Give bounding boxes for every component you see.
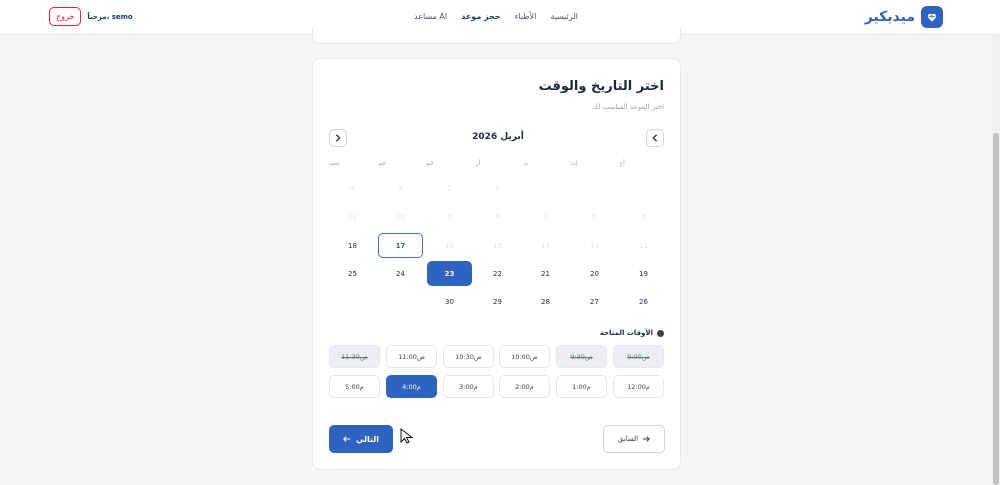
calendar-day[interactable]: 22 bbox=[475, 261, 520, 286]
calendar-day[interactable]: 27 bbox=[572, 289, 617, 314]
calendar-day[interactable]: 19 bbox=[621, 261, 666, 286]
next-month-button[interactable] bbox=[329, 129, 347, 147]
calendar-day[interactable]: 14 bbox=[523, 233, 568, 258]
chevron-left-icon bbox=[652, 134, 657, 142]
calendar-day[interactable]: 13 bbox=[572, 233, 617, 258]
logo-text: ميديكير bbox=[864, 9, 915, 25]
user-area: خروج مرحباً، semo bbox=[49, 7, 133, 26]
nav-booking[interactable]: حجز موعد bbox=[461, 12, 500, 21]
weekday-label: جم bbox=[378, 160, 386, 167]
calendar-day[interactable]: 21 bbox=[523, 261, 568, 286]
time-slot[interactable]: 11:30ص bbox=[329, 345, 380, 368]
time-slot[interactable]: 12:00م bbox=[613, 375, 664, 398]
page-title: اختر التاريخ والوقت bbox=[538, 79, 664, 94]
logout-button[interactable]: خروج bbox=[49, 7, 82, 26]
calendar-day[interactable]: 28 bbox=[523, 289, 568, 314]
next-button[interactable]: التالي bbox=[329, 425, 393, 453]
arrow-left-icon bbox=[342, 436, 351, 442]
page-subtitle: اختر الموعد المناسب لك bbox=[592, 103, 664, 111]
weekday-label: إث bbox=[570, 160, 578, 167]
time-slot[interactable]: 5:00م bbox=[329, 375, 380, 398]
weekday-label: سب bbox=[328, 160, 340, 167]
month-label: أبريل 2026 bbox=[472, 132, 524, 142]
calendar-day[interactable]: 18 bbox=[330, 233, 375, 258]
time-slot[interactable]: 3:00م bbox=[443, 375, 494, 398]
weekday-label: أر bbox=[475, 160, 481, 167]
next-button-label: التالي bbox=[355, 434, 380, 444]
time-slot[interactable]: 4:00م bbox=[386, 375, 437, 398]
available-times-label: الأوقات المتاحة bbox=[599, 329, 653, 337]
calendar-day[interactable]: 16 bbox=[427, 233, 472, 258]
calendar-day[interactable]: 20 bbox=[572, 261, 617, 286]
calendar-day[interactable]: 23 bbox=[427, 261, 472, 286]
calendar-day[interactable]: 26 bbox=[621, 289, 666, 314]
clock-icon bbox=[657, 329, 664, 337]
calendar-day[interactable]: 10 bbox=[378, 204, 423, 229]
greeting-text: مرحباً، semo bbox=[87, 12, 133, 21]
time-slot[interactable]: 1:00م bbox=[556, 375, 607, 398]
time-slot[interactable]: 9:30ص bbox=[556, 345, 607, 368]
heart-pulse-icon bbox=[921, 6, 943, 28]
arrow-right-icon bbox=[642, 436, 651, 442]
calendar-day[interactable]: 9 bbox=[427, 204, 472, 229]
weekday-label: أح bbox=[619, 160, 625, 167]
calendar-day[interactable]: 15 bbox=[475, 233, 520, 258]
time-slot[interactable]: 10:30ص bbox=[443, 345, 494, 368]
calendar-day[interactable]: 12 bbox=[621, 233, 666, 258]
calendar-day[interactable]: 5 bbox=[621, 204, 666, 229]
prev-month-button[interactable] bbox=[646, 129, 664, 147]
nav-ai-assistant[interactable]: مساعد AI bbox=[414, 12, 447, 21]
calendar-day[interactable]: 8 bbox=[475, 204, 520, 229]
time-slot[interactable]: 2:00م bbox=[499, 375, 550, 398]
calendar-day[interactable]: 6 bbox=[572, 204, 617, 229]
logo[interactable]: ميديكير bbox=[865, 6, 943, 28]
calendar-day[interactable]: 11 bbox=[330, 204, 375, 229]
time-slot[interactable]: 10:00ص bbox=[499, 345, 550, 368]
calendar-day[interactable]: 4 bbox=[330, 176, 375, 201]
nav-home[interactable]: الرئيسية bbox=[550, 12, 578, 21]
booking-card: اختر التاريخ والوقت اختر الموعد المناسب … bbox=[312, 58, 681, 470]
calendar-day[interactable]: 29 bbox=[475, 289, 520, 314]
calendar-day[interactable]: 2 bbox=[427, 176, 472, 201]
main-nav: الرئيسية الأطباء حجز موعد مساعد AI bbox=[414, 12, 578, 21]
calendar-day[interactable]: 3 bbox=[378, 176, 423, 201]
page-scrollbar-thumb[interactable] bbox=[993, 133, 999, 485]
mouse-cursor-icon bbox=[400, 427, 414, 448]
previous-button[interactable]: السابق bbox=[603, 425, 665, 453]
calendar-day[interactable]: 30 bbox=[427, 289, 472, 314]
previous-button-label: السابق bbox=[617, 435, 639, 443]
calendar-day[interactable]: 17 bbox=[378, 233, 423, 258]
calendar-day[interactable]: 24 bbox=[378, 261, 423, 286]
chevron-right-icon bbox=[336, 134, 341, 142]
time-slot[interactable]: 9:00ص bbox=[613, 345, 664, 368]
calendar-day[interactable]: 1 bbox=[475, 176, 520, 201]
nav-doctors[interactable]: الأطباء bbox=[515, 12, 537, 21]
previous-card bbox=[312, 28, 681, 44]
weekday-label: خم bbox=[426, 160, 434, 167]
available-times-heading: الأوقات المتاحة bbox=[600, 329, 664, 337]
time-slot[interactable]: 11:00ص bbox=[386, 345, 437, 368]
calendar-day[interactable]: 7 bbox=[523, 204, 568, 229]
calendar-day[interactable]: 25 bbox=[330, 261, 375, 286]
weekday-label: ث bbox=[523, 160, 529, 167]
